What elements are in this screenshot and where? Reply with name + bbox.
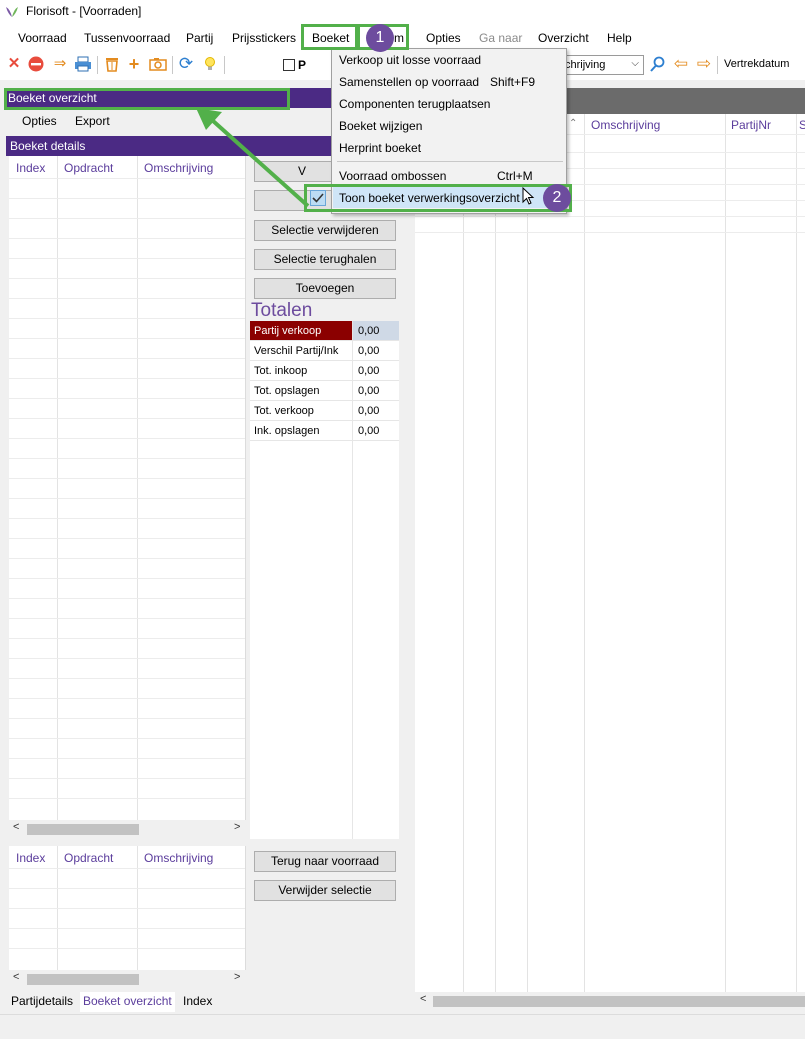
callout-arrow (196, 108, 310, 208)
